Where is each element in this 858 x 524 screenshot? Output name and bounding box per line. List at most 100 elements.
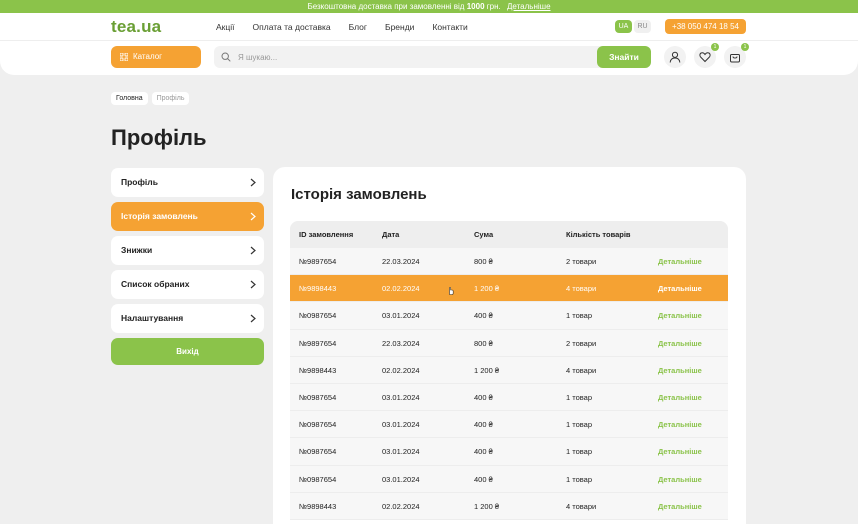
breadcrumb-current: Профіль	[151, 92, 190, 105]
orders-table: ID замовлення Дата Сума Кількість товарі…	[290, 221, 728, 520]
order-date-cell: 02.02.2024	[382, 365, 420, 375]
table-row[interactable]: №9897654 22.03.2024 800 ₴ 2 товари Детальніш…	[290, 329, 728, 357]
cart-button[interactable]: 1	[724, 43, 749, 68]
order-id-cell: №9898443	[299, 365, 337, 375]
details-link[interactable]: Детальніше	[658, 384, 728, 410]
nav-item-brands[interactable]: Бренди	[385, 22, 414, 32]
sidebar-item-discounts[interactable]: Знижки	[111, 236, 264, 265]
order-sum-cell: 1 200 ₴	[474, 365, 500, 375]
order-id-cell: №9897654	[299, 338, 337, 348]
details-link[interactable]: Детальніше	[658, 275, 728, 301]
table-row[interactable]: №0987654 03.01.2024 400 ₴ 1 товар Детальніше	[290, 383, 728, 412]
order-quantity-cell: 1 товар	[566, 474, 593, 484]
column-header-actions	[658, 221, 728, 248]
promo-details-link[interactable]: Детальніше	[507, 2, 551, 11]
chevron-right-icon	[250, 212, 256, 221]
sidebar-item-label: Налаштування	[121, 313, 184, 323]
table-row[interactable]: №0987654 03.01.2024 400 ₴ 1 товар Детальніше	[290, 438, 728, 466]
details-link[interactable]: Детальніше	[658, 438, 728, 464]
table-row[interactable]: №9898443 02.02.2024 1 200 ₴ 4 товари Детальн…	[290, 275, 728, 303]
cart-count-badge: 1	[741, 43, 749, 51]
sidebar-item-order-history[interactable]: Історія замовлень	[111, 202, 264, 231]
order-date-cell: 03.01.2024	[382, 474, 420, 484]
details-link[interactable]: Детальніше	[658, 357, 728, 383]
table-row[interactable]: №9898443 02.02.2024 1 200 ₴ 4 товари Детальн…	[290, 356, 728, 384]
order-quantity-cell: 2 товари	[566, 338, 597, 348]
order-quantity-cell: 4 товари	[566, 501, 597, 511]
order-quantity-cell: 1 товар	[566, 420, 593, 430]
order-sum-cell: 400 ₴	[474, 311, 493, 321]
wishlist-button[interactable]: 1	[694, 43, 719, 68]
order-sum-cell: 1 200 ₴	[474, 284, 500, 294]
search-icon	[221, 52, 231, 62]
promo-text: Безкоштовна доставка при замовленні від	[307, 2, 465, 11]
table-row[interactable]: №0987654 03.01.2024 400 ₴ 1 товар Детальніше	[290, 302, 728, 330]
order-sum-cell: 400 ₴	[474, 420, 493, 430]
breadcrumb: Головна Профіль	[111, 92, 190, 105]
lang-ru[interactable]: RU	[634, 20, 651, 33]
order-sum-cell: 800 ₴	[474, 338, 493, 348]
header-divider	[0, 40, 858, 41]
logout-button[interactable]: Вихід	[111, 338, 264, 365]
chevron-right-icon	[250, 178, 256, 187]
order-id-cell: №0987654	[299, 447, 337, 457]
order-quantity-cell: 4 товари	[566, 284, 597, 294]
promo-bar: Безкоштовна доставка при замовленні від …	[0, 0, 858, 13]
account-button[interactable]	[664, 46, 686, 68]
table-row[interactable]: №9898443 02.02.2024 1 200 ₴ 4 товари Детальн…	[290, 492, 728, 520]
promo-currency: грн.	[486, 2, 501, 11]
phone-button[interactable]: +38 050 474 18 54	[665, 19, 746, 34]
order-sum-cell: 400 ₴	[474, 392, 493, 402]
main-nav: Акції Оплата та доставка Блог Бренди Кон…	[216, 22, 468, 32]
table-row[interactable]: №9897654 22.03.2024 800 ₴ 2 товари Детальніш…	[290, 248, 728, 276]
search-button[interactable]: Знайти	[597, 46, 651, 68]
column-header-date: Дата	[382, 230, 400, 239]
order-id-cell: №0987654	[299, 474, 337, 484]
sidebar-item-label: Історія замовлень	[121, 211, 198, 221]
catalog-button[interactable]: Каталог	[111, 46, 201, 68]
order-sum-cell: 800 ₴	[474, 257, 493, 266]
order-date-cell: 02.02.2024	[382, 501, 420, 511]
search-bar: Знайти	[214, 46, 651, 68]
nav-item-contacts[interactable]: Контакти	[432, 22, 467, 32]
site-header: tea.ua Акції Оплата та доставка Блог Бре…	[0, 13, 858, 75]
sidebar-item-label: Список обраних	[121, 279, 190, 289]
table-row[interactable]: №0987654 03.01.2024 400 ₴ 1 товар Детальніше	[290, 465, 728, 493]
search-input[interactable]	[238, 46, 588, 68]
catalog-label: Каталог	[133, 52, 163, 61]
order-quantity-cell: 1 товар	[566, 311, 593, 321]
sidebar-item-favorites[interactable]: Список обраних	[111, 270, 264, 299]
order-date-cell: 03.01.2024	[382, 447, 420, 457]
details-link[interactable]: Детальніше	[658, 411, 728, 437]
details-link[interactable]: Детальніше	[658, 330, 728, 356]
details-link[interactable]: Детальніше	[658, 248, 728, 274]
order-id-cell: №9898443	[299, 284, 337, 294]
order-date-cell: 22.03.2024	[382, 257, 420, 266]
sidebar-item-settings[interactable]: Налаштування	[111, 304, 264, 333]
nav-item-payment-delivery[interactable]: Оплата та доставка	[253, 22, 331, 32]
nav-item-promotions[interactable]: Акції	[216, 22, 235, 32]
order-date-cell: 03.01.2024	[382, 311, 420, 321]
order-sum-cell: 400 ₴	[474, 447, 493, 457]
details-link[interactable]: Детальніше	[658, 466, 728, 492]
breadcrumb-home[interactable]: Головна	[111, 92, 148, 105]
nav-item-blog[interactable]: Блог	[349, 22, 367, 32]
details-link[interactable]: Детальніше	[658, 493, 728, 519]
order-id-cell: №9897654	[299, 257, 337, 266]
order-sum-cell: 1 200 ₴	[474, 501, 500, 511]
profile-sidebar: Профіль Історія замовлень Знижки Список …	[111, 168, 264, 365]
chevron-right-icon	[250, 280, 256, 289]
lang-ua[interactable]: UA	[615, 20, 632, 33]
details-link[interactable]: Детальніше	[658, 302, 728, 328]
order-id-cell: №0987654	[299, 392, 337, 402]
chevron-right-icon	[250, 246, 256, 255]
table-row[interactable]: №0987654 03.01.2024 400 ₴ 1 товар Детальніше	[290, 411, 728, 439]
sidebar-item-label: Профіль	[121, 177, 158, 187]
order-date-cell: 03.01.2024	[382, 392, 420, 402]
order-quantity-cell: 2 товари	[566, 257, 597, 266]
sidebar-item-label: Знижки	[121, 245, 153, 255]
panel-title: Історія замовлень	[291, 186, 427, 203]
logo[interactable]: tea.ua	[111, 17, 161, 37]
order-date-cell: 02.02.2024	[382, 284, 420, 294]
sidebar-item-profile[interactable]: Профіль	[111, 168, 264, 197]
